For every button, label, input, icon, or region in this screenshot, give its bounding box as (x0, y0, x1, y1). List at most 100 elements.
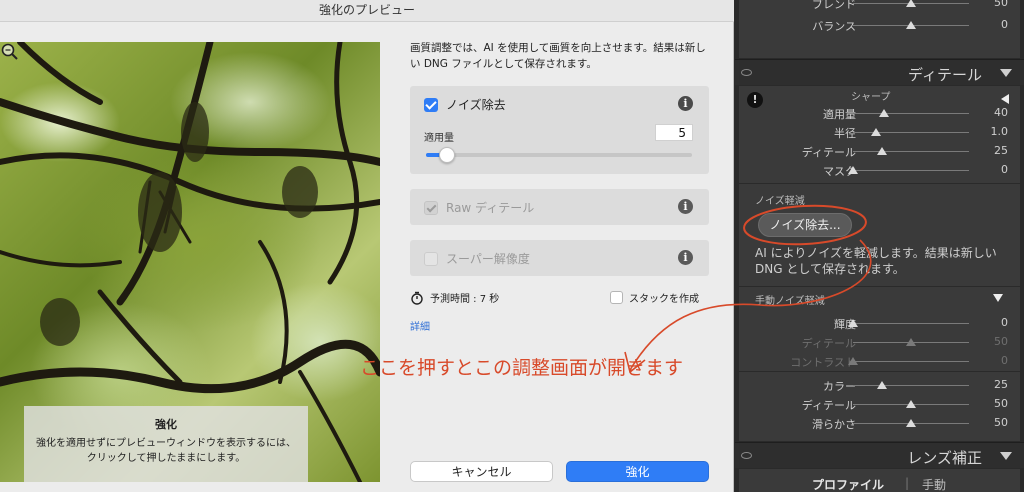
visibility-eye-icon[interactable] (741, 69, 752, 76)
slider-track[interactable] (853, 385, 969, 386)
slider-label: コントラスト (790, 356, 856, 369)
slider-value[interactable]: 0 (1001, 18, 1008, 31)
slider-knob[interactable] (906, 21, 916, 29)
slider-knob[interactable] (906, 0, 916, 7)
slider-knob[interactable] (871, 128, 881, 136)
slider-knob[interactable] (877, 381, 887, 389)
slider-value[interactable]: 0 (1001, 316, 1008, 329)
raw-detail-toggle[interactable]: Raw ディテール (424, 199, 534, 216)
slider-row[interactable]: ディテール 50 (739, 333, 1020, 352)
slider-label: ディテール (801, 399, 856, 412)
noise-reduction-section-label: ノイズ軽減 (755, 196, 805, 207)
create-stack-toggle[interactable]: スタックを作成 (610, 290, 699, 305)
detail-section-title: ディテール (908, 66, 982, 84)
noise-reduction-option: ノイズ除去 i 適用量 5 (410, 86, 709, 174)
slider-row[interactable]: ブレンド 50 (739, 0, 1020, 13)
create-stack-checkbox[interactable] (610, 291, 623, 304)
enhance-button[interactable]: 強化 (566, 461, 709, 482)
super-resolution-toggle[interactable]: スーパー解像度 (424, 250, 530, 267)
enhance-preview-dialog: 強化のプレビュー 強化 強化を適用せずにプレビューウィンドウを表示するには、クリ… (0, 0, 734, 492)
slider-row[interactable]: マスク 0 (739, 161, 1020, 180)
slider-track[interactable] (853, 151, 969, 152)
slider-label: バランス (812, 20, 856, 33)
cancel-button[interactable]: キャンセル (410, 461, 553, 482)
lens-correction-title: レンズ補正 (907, 449, 982, 467)
slider-track[interactable] (853, 113, 969, 114)
slider-value[interactable]: 1.0 (991, 125, 1009, 138)
super-resolution-option: スーパー解像度 i (410, 240, 709, 276)
dialog-title: 強化のプレビュー (0, 0, 734, 22)
expand-left-triangle-icon[interactable] (1001, 94, 1009, 104)
slider-knob[interactable] (848, 357, 858, 365)
slider-value[interactable]: 0 (1001, 163, 1008, 176)
collapse-triangle-icon[interactable] (993, 294, 1003, 302)
manual-noise-reduction-label: 手動ノイズ軽減 (755, 296, 825, 307)
divider (739, 183, 1020, 184)
info-icon[interactable]: i (678, 199, 693, 214)
slider-knob[interactable] (906, 338, 916, 346)
info-icon[interactable]: i (678, 250, 693, 265)
dialog-description: 画質調整では、AI を使用して画質を向上させます。結果は新しい DNG ファイル… (410, 42, 706, 70)
collapse-triangle-icon[interactable] (1000, 69, 1012, 77)
sharpen-label: シャープ (851, 92, 891, 103)
noise-reduction-checkbox[interactable] (424, 97, 438, 112)
slider-label: ディテール (801, 337, 856, 350)
detail-section-header[interactable]: ディテール (735, 59, 1024, 85)
collapse-triangle-icon[interactable] (1000, 452, 1012, 460)
lens-correction-section-header[interactable]: レンズ補正 (735, 442, 1024, 468)
slider-label: 適用量 (823, 108, 856, 121)
estimated-time: 予測時間 : 7 秒 (410, 290, 499, 305)
slider-row[interactable]: 輝度 0 (739, 314, 1020, 333)
denoise-button[interactable]: ノイズ除去... (758, 213, 852, 237)
slider-row[interactable]: 適用量 40 (739, 104, 1020, 123)
super-resolution-label: スーパー解像度 (446, 252, 530, 266)
slider-row[interactable]: コントラスト 0 (739, 352, 1020, 371)
slider-value[interactable]: 25 (994, 378, 1008, 391)
preview-caption: 強化 強化を適用せずにプレビューウィンドウを表示するには、クリックして押したまま… (24, 406, 308, 482)
slider-value[interactable]: 50 (994, 397, 1008, 410)
estimated-time-label: 予測時間 : 7 秒 (430, 294, 500, 305)
slider-row[interactable]: 半径 1.0 (739, 123, 1020, 142)
slider-row[interactable]: ディテール 50 (739, 395, 1020, 414)
zoom-icon[interactable] (0, 42, 20, 62)
slider-knob[interactable] (877, 147, 887, 155)
slider-value[interactable]: 50 (994, 335, 1008, 348)
slider-row[interactable]: カラー 25 (739, 376, 1020, 395)
amount-label: 適用量 (424, 133, 454, 144)
slider-row[interactable]: 滑らかさ 50 (739, 414, 1020, 433)
slider-knob[interactable] (879, 109, 889, 117)
raw-detail-checkbox[interactable] (424, 200, 438, 215)
info-icon[interactable]: i (678, 96, 693, 111)
slider-value[interactable]: 50 (994, 416, 1008, 429)
divider (739, 286, 1020, 287)
slider-value[interactable]: 25 (994, 144, 1008, 157)
preview-caption-body: 強化を適用せずにプレビューウィンドウを表示するには、クリックして押したままにしま… (36, 438, 296, 464)
slider-knob[interactable] (848, 166, 858, 174)
lens-correction-tabs: プロファイル | 手動 (740, 474, 1020, 492)
slider-label: 半径 (834, 127, 856, 140)
tab-manual[interactable]: 手動 (922, 476, 946, 492)
slider-track[interactable] (853, 170, 969, 171)
slider-value[interactable]: 40 (994, 106, 1008, 119)
denoise-description: AI によりノイズを軽減します。結果は新しい DNG として保存されます。 (755, 246, 997, 276)
slider-track[interactable] (853, 323, 969, 324)
noise-reduction-toggle[interactable]: ノイズ除去 (424, 96, 506, 113)
amount-slider[interactable] (426, 147, 692, 163)
amount-value-input[interactable]: 5 (655, 124, 693, 141)
super-resolution-checkbox[interactable] (424, 251, 438, 266)
slider-row[interactable]: バランス 0 (739, 16, 1020, 35)
slider-value[interactable]: 0 (1001, 354, 1008, 367)
slider-row[interactable]: ディテール 25 (739, 142, 1020, 161)
tab-profile[interactable]: プロファイル (812, 476, 884, 492)
slider-value[interactable]: 50 (994, 0, 1008, 9)
slider-knob[interactable] (906, 400, 916, 408)
slider-knob[interactable] (906, 419, 916, 427)
amount-slider-knob[interactable] (439, 147, 455, 163)
preview-image[interactable]: 強化 強化を適用せずにプレビューウィンドウを表示するには、クリックして押したまま… (0, 42, 380, 482)
slider-label: 滑らかさ (812, 418, 856, 431)
slider-knob[interactable] (848, 319, 858, 327)
slider-track[interactable] (853, 361, 969, 362)
visibility-eye-icon[interactable] (741, 452, 752, 459)
preview-caption-title: 強化 (155, 418, 177, 431)
details-link[interactable]: 詳細 (410, 318, 430, 333)
